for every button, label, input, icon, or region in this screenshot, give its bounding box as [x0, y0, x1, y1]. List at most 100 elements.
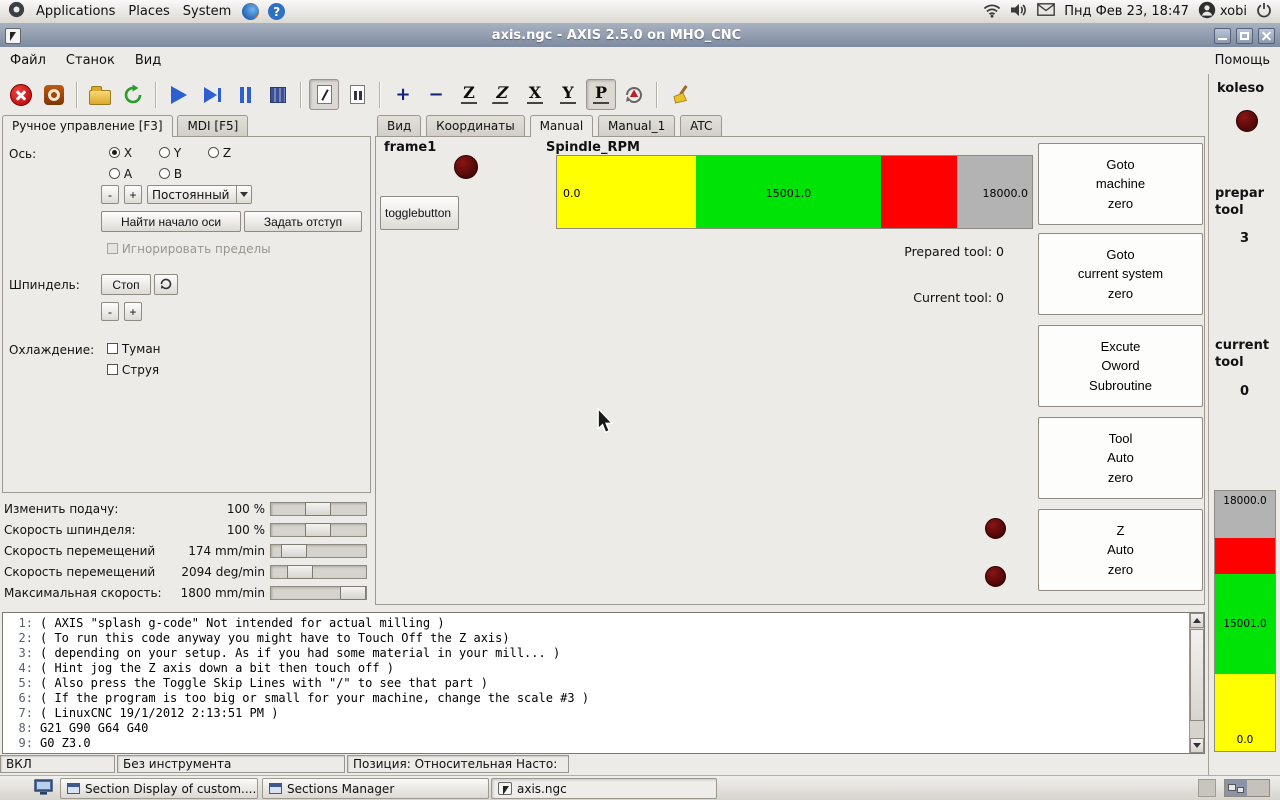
wifi-icon[interactable]	[983, 2, 1001, 22]
ignore-limits-checkbox[interactable]: Игнорировать пределы	[107, 242, 271, 256]
workspace-1[interactable]	[1225, 780, 1247, 796]
run-button[interactable]	[164, 79, 194, 110]
taskbar-item-axis-ngc[interactable]: axis.ngc	[491, 778, 717, 799]
home-axis-button[interactable]: Найти начало оси	[101, 211, 241, 232]
gcode-scrollbar[interactable]	[1189, 613, 1204, 753]
spindle-plus-button[interactable]: +	[124, 302, 142, 321]
radio-axis-z[interactable]: Z	[208, 146, 231, 160]
step-button[interactable]	[197, 79, 227, 110]
feed-override-slider[interactable]	[270, 502, 367, 516]
jog-speed-row: Скорость перемещений 174 mm/min	[0, 542, 372, 561]
tray-icon[interactable]	[1198, 779, 1216, 797]
menu-applications[interactable]: Applications	[34, 4, 117, 19]
view-side-button[interactable]: X	[520, 79, 550, 110]
flood-checkbox[interactable]: Струя	[107, 363, 159, 377]
coolant-label: Охлаждение:	[9, 343, 95, 357]
menu-places[interactable]: Places	[126, 4, 171, 19]
goto-current-system-zero-button[interactable]: Goto current system zero	[1038, 233, 1203, 315]
scrollbar-thumb[interactable]	[1190, 629, 1204, 721]
tab-manual-control[interactable]: Ручное управление [F3]	[2, 115, 173, 137]
slider-handle[interactable]	[281, 544, 307, 558]
spindle-minus-button[interactable]: -	[101, 302, 119, 321]
user-menu[interactable]: xobi	[1198, 1, 1247, 23]
close-button[interactable]	[1258, 27, 1275, 44]
tool-auto-zero-button[interactable]: Tool Auto zero	[1038, 417, 1203, 499]
koleso-gauge-low-segment: 0.0	[1215, 674, 1275, 751]
mail-icon[interactable]	[1037, 3, 1056, 20]
rotate-view-icon	[626, 86, 642, 103]
tab-mdi[interactable]: MDI [F5]	[177, 115, 249, 136]
zoom-out-icon: −	[428, 83, 444, 105]
slider-handle[interactable]	[305, 523, 331, 537]
zoom-in-button[interactable]: +	[388, 79, 418, 110]
execute-oword-subroutine-button[interactable]: Excute Oword Subroutine	[1038, 325, 1203, 407]
toggle-skip-lines-button[interactable]	[309, 79, 339, 110]
taskbar-item-section-display[interactable]: Section Display of custom....	[60, 778, 258, 799]
user-name: xobi	[1219, 4, 1247, 19]
menu-help[interactable]: Помощь	[1215, 53, 1270, 68]
distro-logo-icon[interactable]	[8, 1, 25, 22]
view-perspective-button[interactable]: P	[586, 79, 616, 110]
zoom-in-icon: +	[395, 83, 411, 105]
menu-system[interactable]: System	[181, 4, 233, 19]
mist-checkbox[interactable]: Туман	[107, 342, 161, 356]
jog-mode-select[interactable]: Постоянный	[147, 185, 252, 204]
menu-machine[interactable]: Станок	[66, 53, 115, 68]
menu-file[interactable]: Файл	[10, 53, 46, 68]
zoom-out-button[interactable]: −	[421, 79, 451, 110]
slider-handle[interactable]	[287, 565, 313, 579]
reload-button[interactable]	[118, 79, 148, 110]
slider-handle[interactable]	[340, 586, 366, 600]
power-icon[interactable]	[1256, 2, 1272, 22]
gcode-listing[interactable]: 1:( AXIS "splash g-code" Not intended fo…	[2, 612, 1205, 754]
z-auto-zero-button[interactable]: Z Auto zero	[1038, 509, 1203, 591]
view-front-button[interactable]: Y	[553, 79, 583, 110]
rotate-view-button[interactable]	[619, 79, 649, 110]
minimize-button[interactable]	[1214, 27, 1231, 44]
pause-button[interactable]	[230, 79, 260, 110]
help-icon[interactable]: ?	[268, 3, 286, 20]
view-top-button[interactable]: Z	[454, 79, 484, 110]
max-velocity-row: Максимальная скорость: 1800 mm/min	[0, 584, 372, 603]
jog-minus-button[interactable]: -	[101, 185, 119, 204]
taskbar-item-sections-manager[interactable]: Sections Manager	[262, 778, 489, 799]
estop-button[interactable]	[6, 79, 36, 110]
taskbar-launcher-icon[interactable]	[34, 779, 53, 799]
optional-pause-button[interactable]	[342, 79, 372, 110]
jog-plus-button[interactable]: +	[124, 185, 142, 204]
clear-plot-button[interactable]	[665, 79, 695, 110]
max-velocity-slider[interactable]	[270, 586, 367, 600]
tab-dro[interactable]: Координаты	[426, 115, 525, 136]
firefox-icon[interactable]	[242, 3, 260, 20]
radio-axis-y[interactable]: Y	[159, 146, 181, 160]
tab-manual-1[interactable]: Manual_1	[598, 115, 676, 136]
menu-view[interactable]: Вид	[135, 53, 161, 68]
stop-button[interactable]	[263, 79, 293, 110]
gcode-line: 9: G0 Z3.0	[18, 736, 91, 750]
radio-axis-x[interactable]: X	[109, 146, 132, 160]
spindle-override-slider[interactable]	[270, 523, 367, 537]
open-file-button[interactable]	[85, 79, 115, 110]
view-rotated-top-button[interactable]: Z	[487, 79, 517, 110]
radio-axis-b[interactable]: B	[159, 167, 182, 181]
set-offset-button[interactable]: Задать отступ	[244, 211, 362, 232]
clock[interactable]: Пнд Фев 23, 18:47	[1064, 4, 1189, 19]
volume-icon[interactable]	[1010, 2, 1028, 22]
tab-manual[interactable]: Manual	[529, 115, 594, 137]
axis-app-icon[interactable]	[5, 27, 21, 44]
goto-machine-zero-button[interactable]: Goto machine zero	[1038, 143, 1203, 225]
jog-speed-slider[interactable]	[270, 544, 367, 558]
tab-atc[interactable]: ATC	[680, 115, 723, 136]
angular-jog-speed-slider[interactable]	[270, 565, 367, 579]
tab-preview[interactable]: Вид	[377, 115, 422, 136]
scroll-up-icon[interactable]	[1190, 613, 1204, 628]
spindle-turn-button[interactable]	[154, 274, 178, 295]
workspace-2[interactable]	[1247, 780, 1269, 796]
scroll-down-icon[interactable]	[1190, 738, 1204, 753]
radio-axis-a[interactable]: A	[109, 167, 132, 181]
toggle-button[interactable]: togglebutton	[380, 196, 459, 230]
slider-handle[interactable]	[305, 502, 331, 516]
maximize-button[interactable]	[1236, 27, 1253, 44]
spindle-stop-button[interactable]: Стоп	[101, 274, 151, 295]
machine-power-button[interactable]	[39, 79, 69, 110]
